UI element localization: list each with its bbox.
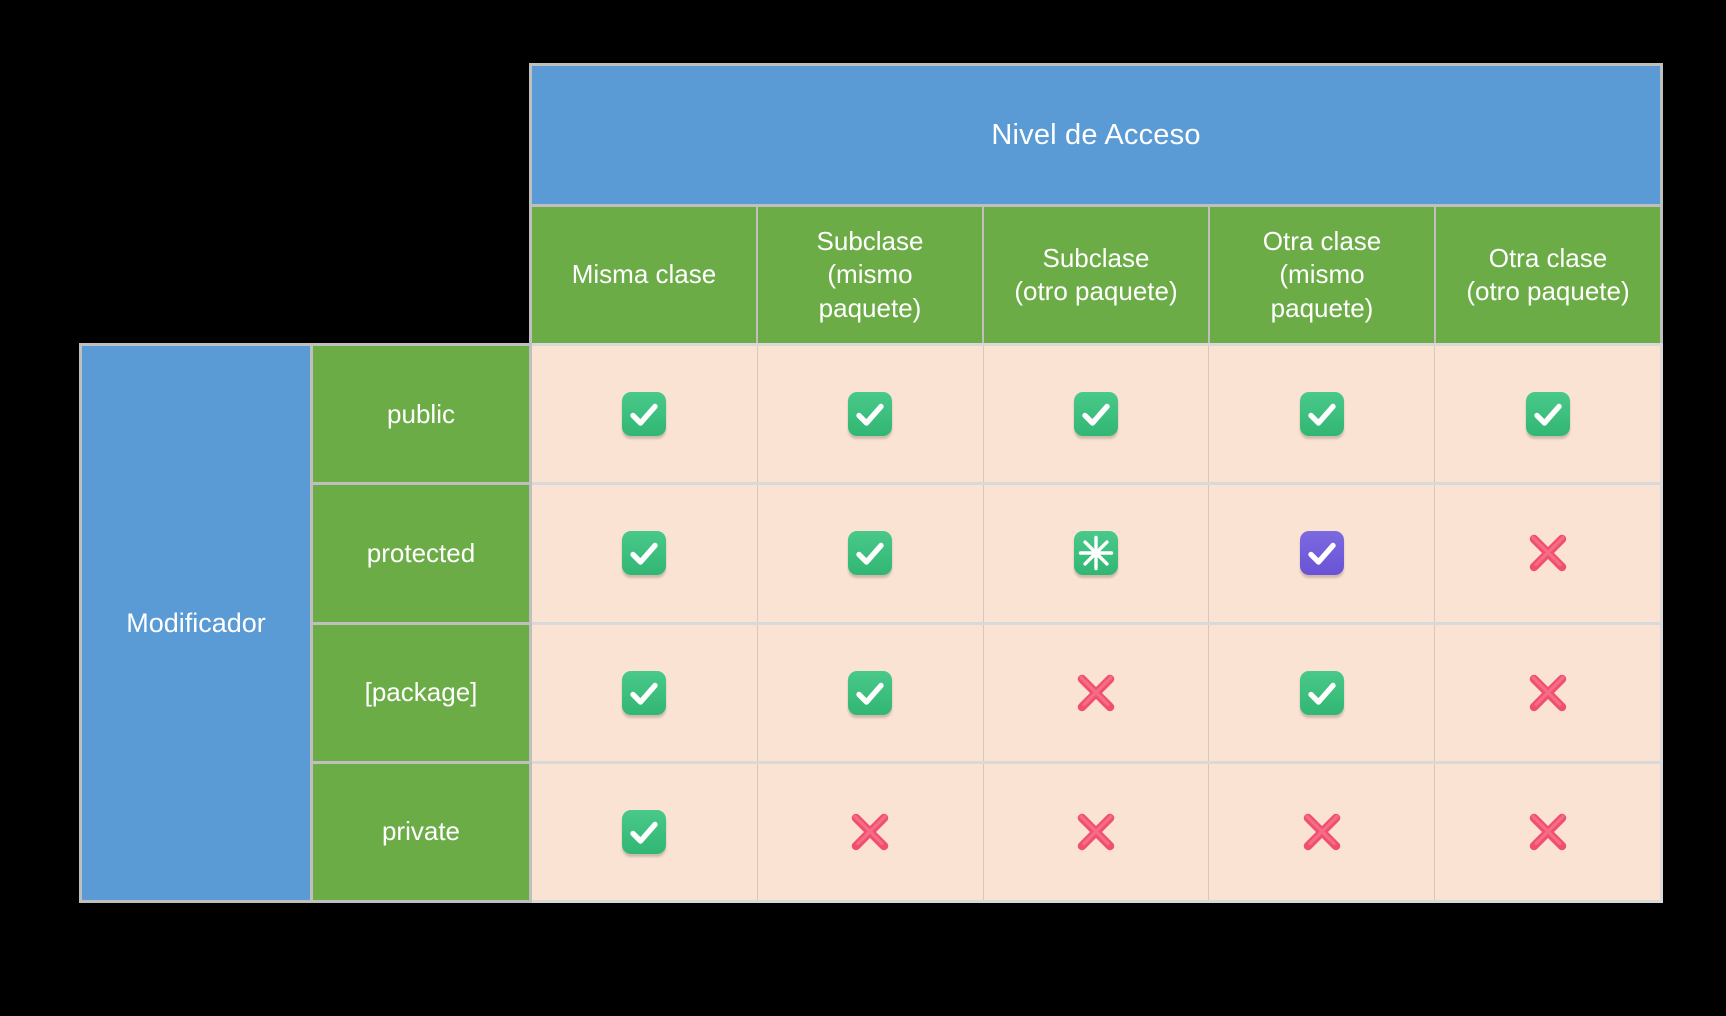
green-check-icon — [848, 670, 893, 715]
pink-cross-icon — [1070, 667, 1122, 719]
modifier-label-protected: protected — [313, 485, 529, 625]
table-canvas: Nivel de Acceso Misma clase Subclase (mis… — [0, 0, 1726, 1016]
pink-cross-icon — [844, 806, 896, 858]
matrix-cell-r3-c2 — [757, 624, 984, 761]
matrix-cell-r1-c1 — [532, 346, 758, 483]
matrix-cell-r2-c3 — [983, 485, 1210, 622]
column-header-4: Otra clase (mismo paquete) — [1210, 207, 1436, 343]
matrix-cell-r4-c2 — [757, 763, 984, 900]
green-check-icon — [848, 531, 893, 576]
matrix-cell-r2-c5 — [1435, 485, 1660, 622]
green-check-icon — [1525, 392, 1570, 437]
matrix-cell-r3-c5 — [1435, 624, 1660, 761]
matrix-cell-r4-c1 — [532, 763, 758, 900]
matrix-cell-r1-c4 — [1209, 346, 1436, 483]
access-matrix-body — [532, 343, 1663, 903]
green-check-icon — [1073, 392, 1118, 437]
pink-cross-icon — [1296, 806, 1348, 858]
matrix-cell-r2-c4 — [1209, 485, 1436, 622]
row-header-title: Modificador — [82, 346, 310, 900]
green-check-icon — [622, 670, 667, 715]
access-level-header-block: Nivel de Acceso Misma clase Subclase (mis… — [529, 63, 1663, 346]
matrix-cell-r3-c1 — [532, 624, 758, 761]
green-check-icon — [622, 392, 667, 437]
green-check-icon — [622, 531, 667, 576]
column-header-row: Misma clase Subclase (mismo paquete) Subcl… — [532, 207, 1660, 343]
green-check-icon — [1299, 392, 1344, 437]
matrix-cell-r4-c3 — [983, 763, 1210, 900]
matrix-cell-r3-c3 — [983, 624, 1210, 761]
green-asterisk-icon — [1073, 531, 1118, 576]
matrix-cell-r1-c3 — [983, 346, 1210, 483]
matrix-cell-r4-c5 — [1435, 763, 1660, 900]
column-header-3: Subclase (otro paquete) — [984, 207, 1210, 343]
green-check-icon — [848, 392, 893, 437]
table-row — [532, 485, 1660, 625]
column-header-5: Otra clase (otro paquete) — [1436, 207, 1660, 343]
pink-cross-icon — [1522, 667, 1574, 719]
table-row — [532, 763, 1660, 900]
pink-cross-icon — [1522, 527, 1574, 579]
table-row — [532, 624, 1660, 764]
pink-cross-icon — [1522, 806, 1574, 858]
green-check-icon — [1299, 670, 1344, 715]
matrix-cell-r1-c2 — [757, 346, 984, 483]
modifier-label-column: public protected [package] private — [313, 346, 529, 900]
matrix-cell-r1-c5 — [1435, 346, 1660, 483]
column-header-2: Subclase (mismo paquete) — [758, 207, 984, 343]
table-row — [532, 346, 1660, 486]
column-header-1: Misma clase — [532, 207, 758, 343]
modifier-label-public: public — [313, 346, 529, 486]
modifier-header-block: Modificador public protected [package] priv… — [79, 343, 532, 903]
green-check-icon — [622, 809, 667, 854]
matrix-cell-r2-c1 — [532, 485, 758, 622]
page-title: Nivel de Acceso — [532, 66, 1660, 204]
pink-cross-icon — [1070, 806, 1122, 858]
matrix-cell-r4-c4 — [1209, 763, 1436, 900]
matrix-cell-r3-c4 — [1209, 624, 1436, 761]
modifier-label-package: [package] — [313, 624, 529, 764]
purple-check-icon — [1299, 531, 1344, 576]
modifier-label-private: private — [313, 763, 529, 900]
matrix-cell-r2-c2 — [757, 485, 984, 622]
